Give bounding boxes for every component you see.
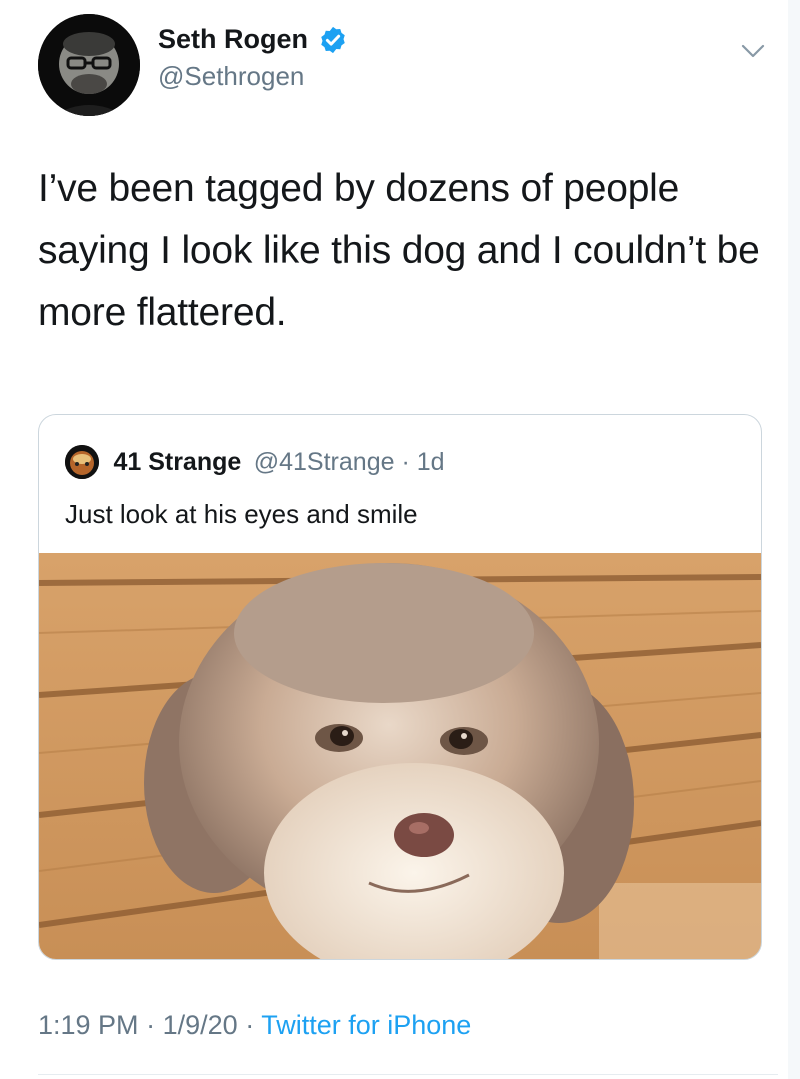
author-name-block: Seth Rogen @Sethrogen — [158, 24, 348, 92]
quoted-tweet-photo[interactable] — [39, 553, 761, 959]
quoted-author-handle: @41Strange · 1d — [254, 448, 445, 477]
author-avatar[interactable] — [38, 14, 140, 116]
quoted-tweet-text: Just look at his eyes and smile — [65, 499, 418, 529]
divider — [38, 1074, 778, 1075]
author-handle[interactable]: @Sethrogen — [158, 61, 348, 92]
tweet-meta: 1:19 PM · 1/9/20 · Twitter for iPhone — [38, 1010, 471, 1041]
tweet-text: I’ve been tagged by dozens of people say… — [38, 167, 760, 334]
quoted-handle-text[interactable]: @41Strange — [254, 448, 395, 476]
quoted-author-display-name[interactable]: 41 Strange — [113, 448, 241, 477]
separator-dot: · — [245, 1010, 255, 1040]
profile-photo-icon — [38, 14, 140, 116]
quoted-tweet-age: 1d — [416, 447, 445, 476]
chevron-down-icon[interactable] — [738, 36, 768, 66]
tweet-header: Seth Rogen @Sethrogen — [38, 14, 778, 118]
tweet-page: Seth Rogen @Sethrogen I’ve been tagged b… — [0, 0, 800, 1079]
scrollbar-track — [788, 0, 800, 1079]
tweet-date[interactable]: 1/9/20 — [163, 1010, 238, 1040]
tweet-time[interactable]: 1:19 PM — [38, 1010, 139, 1040]
profile-photo-icon — [65, 445, 99, 479]
author-display-name[interactable]: Seth Rogen — [158, 24, 308, 55]
quoted-tweet-card[interactable]: 41 Strange @41Strange · 1d Just look at … — [38, 414, 762, 960]
separator-dot: · — [146, 1010, 156, 1040]
verified-badge-icon — [321, 26, 346, 53]
quoted-author-avatar[interactable] — [65, 445, 99, 479]
separator-dot: · — [401, 447, 410, 476]
tweet-source-link[interactable]: Twitter for iPhone — [261, 1010, 471, 1040]
quoted-tweet-header: 41 Strange @41Strange · 1d — [65, 445, 445, 479]
